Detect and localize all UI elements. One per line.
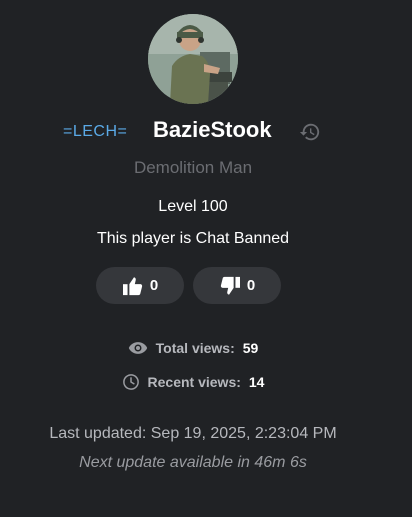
like-count: 0 [149, 277, 159, 294]
total-views-value: 59 [242, 340, 259, 356]
recent-views-value: 14 [248, 374, 265, 390]
history-icon[interactable] [299, 121, 321, 143]
last-updated: Last updated: Sep 19, 2025, 2:23:04 PM [49, 425, 337, 442]
recent-views-label: Recent views: [147, 374, 241, 390]
next-update: Next update available in 46m 6s [79, 454, 307, 471]
eye-icon [128, 341, 148, 355]
player-title: Demolition Man [133, 158, 253, 177]
name-row: =LECH= BazieStook [0, 116, 412, 146]
recent-views-row: Recent views: 14 [0, 372, 386, 392]
clan-tag[interactable]: =LECH= [63, 123, 127, 141]
total-views-row: Total views: 59 [0, 338, 386, 358]
player-level: Level 100 [158, 198, 228, 215]
dislike-button[interactable]: 0 [193, 267, 281, 304]
player-avatar [148, 14, 238, 104]
thumbs-up-icon [122, 276, 144, 296]
player-name: BazieStook [153, 117, 272, 142]
clock-icon [122, 373, 140, 391]
thumbs-down-icon [219, 276, 241, 296]
dislike-count: 0 [246, 277, 256, 294]
like-button[interactable]: 0 [96, 267, 184, 304]
total-views-label: Total views: [155, 340, 235, 356]
ban-status: This player is Chat Banned [96, 230, 290, 247]
